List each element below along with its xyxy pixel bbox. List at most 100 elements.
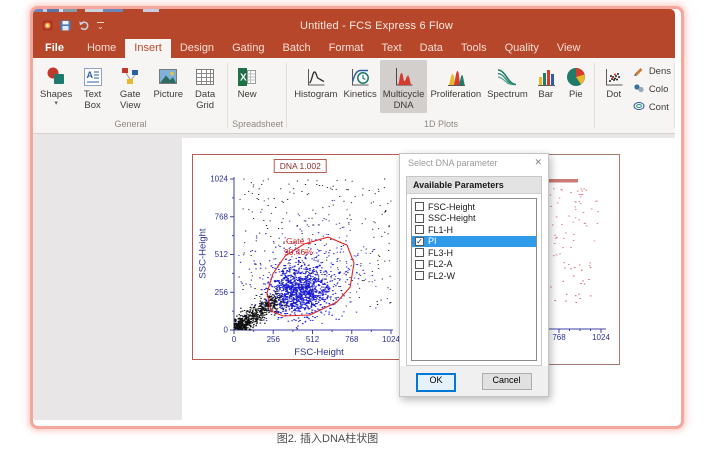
spreadsheet-icon: X — [235, 63, 259, 90]
proliferation-icon — [444, 63, 468, 90]
select-dna-parameter-dialog: Select DNA parameter ✕ Available Paramet… — [399, 153, 549, 397]
proliferation-button[interactable]: Proliferation — [427, 60, 484, 102]
ribbon-group-2d-plots: Dot Dens Colo — [595, 58, 675, 133]
app-icon[interactable] — [42, 20, 53, 31]
plot-title: DNA 1.002 — [274, 159, 327, 173]
parameter-label: FL2-W — [428, 271, 455, 281]
group-label-spreadsheet: Spreadsheet — [230, 119, 285, 133]
tab-text[interactable]: Text — [372, 39, 410, 58]
tab-gating[interactable]: Gating — [223, 39, 273, 58]
button-label: Multicycle DNA — [383, 90, 425, 112]
spectrum-button[interactable]: Spectrum — [484, 60, 531, 102]
bar-chart-icon — [534, 63, 558, 90]
checkbox-icon[interactable] — [415, 248, 424, 257]
tab-insert[interactable]: Insert — [125, 39, 171, 58]
figure-caption: 图2. 插入DNA柱状图 — [0, 430, 711, 446]
checkbox-checked-icon[interactable]: ✓ — [415, 237, 424, 246]
tab-file[interactable]: File — [33, 39, 78, 58]
svg-text:Gate 1: Gate 1 — [286, 236, 312, 246]
figure-canvas: ⌄ Untitled - FCS Express 6 Flow File Hom… — [0, 0, 711, 454]
button-label: Kinetics — [343, 90, 376, 101]
parameter-row[interactable]: FL2-A — [412, 259, 536, 271]
multicycle-dna-icon — [392, 63, 416, 90]
button-label: Colo — [649, 84, 669, 95]
chevron-down-icon: ▾ — [54, 101, 58, 107]
svg-text:1024: 1024 — [210, 175, 228, 184]
histogram-button[interactable]: Histogram — [291, 60, 340, 102]
checkbox-icon[interactable] — [415, 271, 424, 280]
shapes-button[interactable]: Shapes ▾ — [37, 60, 75, 108]
checkbox-icon[interactable] — [415, 225, 424, 234]
multicycle-dna-button[interactable]: Multicycle DNA — [380, 60, 428, 113]
title-bar: ⌄ Untitled - FCS Express 6 Flow — [33, 12, 675, 39]
new-spreadsheet-button[interactable]: X New — [232, 60, 262, 102]
checkbox-icon[interactable] — [415, 202, 424, 211]
button-label: Dens — [649, 66, 671, 77]
ribbon-tabs: File Home Insert Design Gating Batch For… — [33, 39, 675, 58]
svg-text:X: X — [240, 72, 247, 83]
window-title: Untitled - FCS Express 6 Flow — [138, 20, 675, 32]
x-axis-label: FSC-Height — [223, 347, 415, 358]
data-grid-button[interactable]: Data Grid — [186, 60, 224, 113]
save-icon[interactable] — [60, 20, 71, 31]
tab-tools[interactable]: Tools — [452, 39, 496, 58]
density-icon — [633, 64, 645, 79]
button-label: Text Box — [78, 90, 107, 112]
tab-design[interactable]: Design — [171, 39, 223, 58]
pie-button[interactable]: Pie — [561, 60, 591, 102]
tab-home[interactable]: Home — [78, 39, 125, 58]
tab-data[interactable]: Data — [411, 39, 452, 58]
svg-text:0: 0 — [224, 326, 229, 335]
button-label: Pie — [569, 90, 583, 101]
parameter-row[interactable]: SSC-Height — [412, 213, 536, 225]
checkbox-icon[interactable] — [415, 260, 424, 269]
checkbox-icon[interactable] — [415, 214, 424, 223]
bar-button[interactable]: Bar — [531, 60, 561, 102]
parameter-row-selected[interactable]: ✓PI — [412, 236, 536, 248]
parameter-row[interactable]: FL2-W — [412, 270, 536, 282]
gate-view-button[interactable]: Gate View — [110, 60, 150, 113]
parameter-row[interactable]: FL3-H — [412, 247, 536, 259]
ok-button[interactable]: OK — [416, 373, 455, 392]
tab-batch[interactable]: Batch — [273, 39, 319, 58]
group-label-2d-plots — [597, 119, 673, 133]
dot-button[interactable]: Dot — [599, 60, 629, 102]
ribbon-group-1d-plots: Histogram Kinetics Multicycle DNA P — [287, 58, 595, 133]
text-box-button[interactable]: A Text Box — [75, 60, 110, 113]
svg-text:768: 768 — [215, 212, 229, 221]
parameters-listbox[interactable]: FSC-Height SSC-Height FL1-H ✓PI FL3-H FL… — [411, 198, 537, 361]
button-label: Bar — [538, 90, 553, 101]
tab-quality[interactable]: Quality — [496, 39, 548, 58]
panel-header: Available Parameters — [407, 177, 541, 194]
svg-text:768: 768 — [345, 335, 359, 344]
parameter-row[interactable]: FSC-Height — [412, 201, 536, 213]
shapes-icon — [44, 63, 68, 90]
parameter-row[interactable]: FL1-H — [412, 224, 536, 236]
data-grid-icon — [193, 63, 217, 90]
svg-text:90.46%: 90.46% — [284, 247, 313, 257]
qat-customize-icon[interactable]: ⌄ — [97, 22, 104, 30]
undo-icon[interactable] — [78, 20, 90, 31]
kinetics-button[interactable]: Kinetics — [340, 60, 379, 102]
color-button[interactable]: Colo — [633, 82, 671, 97]
button-label: Gate View — [113, 90, 147, 112]
cancel-button[interactable]: Cancel — [482, 373, 532, 390]
svg-text:1024: 1024 — [592, 333, 610, 342]
tab-view[interactable]: View — [548, 39, 590, 58]
button-label: Spectrum — [487, 90, 528, 101]
scatter-plot-fsc-ssc[interactable]: 0256512768102402565127681024Gate 190.46%… — [192, 154, 416, 360]
contour-button[interactable]: Cont — [633, 100, 671, 115]
button-label: Data Grid — [189, 90, 221, 112]
picture-button[interactable]: Picture — [150, 60, 186, 102]
parameter-label: FSC-Height — [428, 202, 475, 212]
dot-plot-icon — [602, 63, 626, 90]
small-buttons-stack: Dens Colo Cont — [629, 60, 671, 115]
tab-format[interactable]: Format — [320, 39, 373, 58]
close-icon[interactable]: ✕ — [534, 157, 542, 168]
spectrum-icon — [495, 63, 519, 90]
picture-icon — [156, 63, 180, 90]
svg-text:512: 512 — [215, 250, 229, 259]
button-label: Picture — [153, 90, 183, 101]
pie-chart-icon — [564, 63, 588, 90]
density-button[interactable]: Dens — [633, 64, 671, 79]
